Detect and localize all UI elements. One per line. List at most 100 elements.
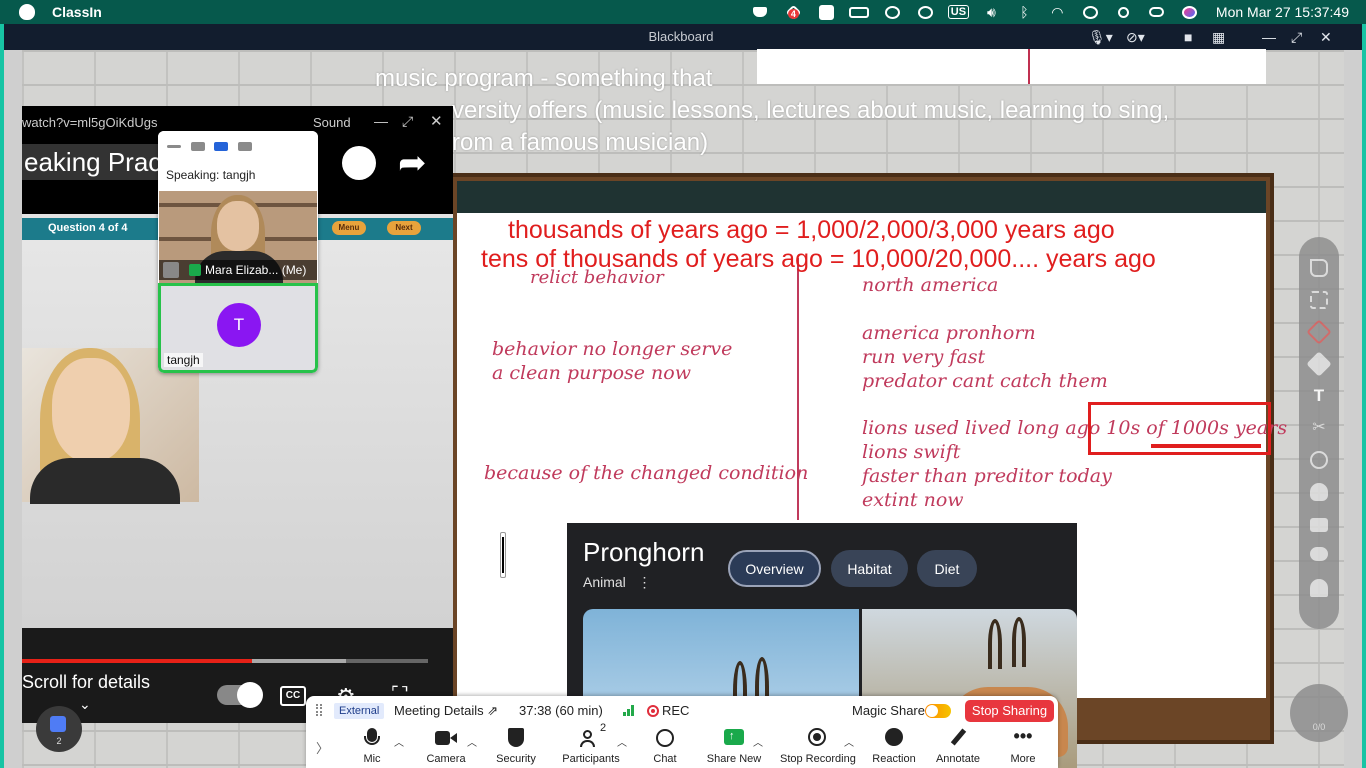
- chat-bubble-tool-icon[interactable]: [1310, 547, 1328, 561]
- menu-button[interactable]: Menu: [332, 221, 366, 235]
- share-icon[interactable]: ➦: [398, 146, 427, 180]
- drag-handle-icon[interactable]: [316, 704, 322, 716]
- shape-tool-icon[interactable]: [1310, 451, 1328, 469]
- youtube-url[interactable]: watch?v=ml5gOiKdUgs: [22, 115, 157, 130]
- background-text-line2: versity offers (music lessons, lectures …: [452, 97, 1170, 124]
- floating-video-panel: Speaking: tangjh Mara Elizab... (Me) T t…: [158, 131, 318, 373]
- raise-hand-count: 0/0: [1312, 722, 1326, 732]
- camera-button[interactable]: Camera: [426, 728, 466, 766]
- autoplay-toggle[interactable]: [217, 682, 263, 708]
- minimize-icon[interactable]: —: [374, 113, 388, 129]
- text-tool-icon[interactable]: T: [1310, 387, 1328, 405]
- marquee-tool-icon[interactable]: [1310, 291, 1328, 309]
- participants-options-caret[interactable]: ︿: [617, 734, 627, 749]
- participants-icon: [50, 716, 66, 732]
- speaker-view-icon[interactable]: [191, 142, 205, 151]
- note-left: because of the changed condition: [484, 462, 809, 484]
- annotate-button[interactable]: Annotate: [934, 728, 982, 766]
- next-button[interactable]: Next: [387, 221, 421, 235]
- apple-icon[interactable]: [19, 4, 35, 20]
- tasks-icon[interactable]: [810, 0, 843, 24]
- stop-recording-button[interactable]: Stop Recording: [780, 728, 856, 766]
- gallery-view-icon[interactable]: [238, 142, 252, 151]
- video-layout-toolbar: [158, 131, 318, 161]
- eraser-tool-icon[interactable]: [1306, 351, 1332, 377]
- app-menu-name[interactable]: ClassIn: [52, 4, 102, 20]
- background-text-line1: music program - something that: [375, 65, 713, 92]
- close-icon[interactable]: ✕: [430, 112, 443, 130]
- collapse-chevron-icon[interactable]: 〉: [316, 738, 329, 757]
- captions-button[interactable]: CC: [280, 686, 306, 706]
- battery-icon[interactable]: [843, 0, 876, 24]
- layout-grid-icon[interactable]: ▦: [1212, 30, 1225, 44]
- participant-video-tile[interactable]: T tangjh: [158, 283, 318, 373]
- strip-view-icon[interactable]: [214, 142, 228, 151]
- dropzone-icon[interactable]: [744, 0, 777, 24]
- mic-button[interactable]: Mic: [356, 728, 388, 766]
- participant-name: tangjh: [164, 353, 203, 367]
- share-options-caret[interactable]: ︿: [753, 734, 763, 749]
- cloud-tool-icon[interactable]: [1310, 483, 1328, 501]
- sound-label[interactable]: Sound: [313, 115, 351, 130]
- note-left: relict behavior: [530, 267, 664, 288]
- volume-icon[interactable]: 🔊︎: [975, 0, 1008, 24]
- annotation-line1: thousands of years ago = 1,000/2,000/3,0…: [508, 216, 1115, 244]
- camera-options-caret[interactable]: ︿: [467, 734, 477, 749]
- close-icon[interactable]: ✕: [1320, 30, 1332, 44]
- participants-icon: 2: [580, 722, 606, 748]
- menubar-clock[interactable]: Mon Mar 27 15:37:49: [1216, 4, 1349, 20]
- mic-icon[interactable]: 🎙︎▾: [1088, 30, 1113, 44]
- users-tool-icon[interactable]: [1310, 579, 1328, 597]
- mic-options-caret[interactable]: ︿: [394, 734, 404, 749]
- restore-icon[interactable]: ⤢: [1291, 30, 1302, 44]
- chat-icon: [654, 728, 676, 748]
- raise-hand-button[interactable]: 0/0: [1290, 684, 1348, 742]
- control-center-icon[interactable]: [1140, 0, 1173, 24]
- toolbox-briefcase-icon[interactable]: [1310, 518, 1328, 532]
- minimize-video-icon[interactable]: [167, 145, 181, 148]
- dropbox-icon[interactable]: 4: [777, 0, 810, 24]
- spotlight-search-icon[interactable]: [1107, 0, 1140, 24]
- wifi-icon[interactable]: ◠: [1041, 0, 1074, 24]
- play-icon[interactable]: [876, 0, 909, 24]
- pen-tool-icon[interactable]: [1306, 319, 1332, 345]
- note-right: predator cant catch them: [862, 370, 1108, 392]
- bluetooth-icon[interactable]: ᛒ: [1008, 0, 1041, 24]
- chat-button[interactable]: Chat: [650, 728, 680, 766]
- meeting-details-button[interactable]: Meeting Details ⇗: [394, 703, 498, 719]
- note-right: lions swift: [862, 441, 961, 463]
- stop-sharing-button[interactable]: Stop Sharing: [965, 700, 1054, 722]
- participants-button[interactable]: 2 Participants: [562, 722, 620, 766]
- user-icon[interactable]: [1074, 0, 1107, 24]
- share-screen-icon: ↑: [723, 728, 745, 748]
- camera-icon[interactable]: ■: [1184, 30, 1192, 44]
- siri-icon[interactable]: [1173, 0, 1206, 24]
- external-badge: External: [334, 703, 385, 719]
- history-icon[interactable]: [909, 0, 942, 24]
- more-options-icon[interactable]: ⋮: [637, 574, 651, 590]
- recording-icon: [647, 705, 659, 717]
- tab-overview[interactable]: Overview: [728, 550, 821, 587]
- input-source-icon[interactable]: US: [942, 0, 975, 24]
- tab-diet[interactable]: Diet: [917, 550, 977, 587]
- minimize-icon[interactable]: —: [1262, 30, 1276, 44]
- background-text-line3: rom a famous musician): [452, 129, 709, 156]
- select-tool-icon[interactable]: [1310, 259, 1328, 277]
- more-button[interactable]: ••• More: [1006, 727, 1040, 766]
- magic-share-toggle[interactable]: [925, 704, 951, 718]
- chevron-down-icon[interactable]: ⌄: [79, 696, 91, 713]
- recording-options-caret[interactable]: ︿: [844, 734, 854, 749]
- speaker-mute-icon[interactable]: ⊘▾: [1126, 30, 1145, 44]
- card-title: Pronghorn: [583, 537, 705, 567]
- smile-icon: [883, 728, 905, 748]
- tab-habitat[interactable]: Habitat: [831, 550, 908, 587]
- reaction-button[interactable]: Reaction: [872, 728, 916, 766]
- participants-bubble[interactable]: 2: [36, 706, 82, 752]
- security-button[interactable]: Security: [494, 728, 538, 766]
- scroll-for-details[interactable]: Scroll for details: [22, 672, 150, 693]
- note-right: north america: [862, 274, 999, 296]
- note-right: america pronhorn: [862, 322, 1036, 344]
- expand-icon[interactable]: ⤢: [402, 113, 413, 130]
- watch-later-icon[interactable]: [342, 146, 376, 180]
- scissors-tool-icon[interactable]: ✂: [1310, 419, 1328, 437]
